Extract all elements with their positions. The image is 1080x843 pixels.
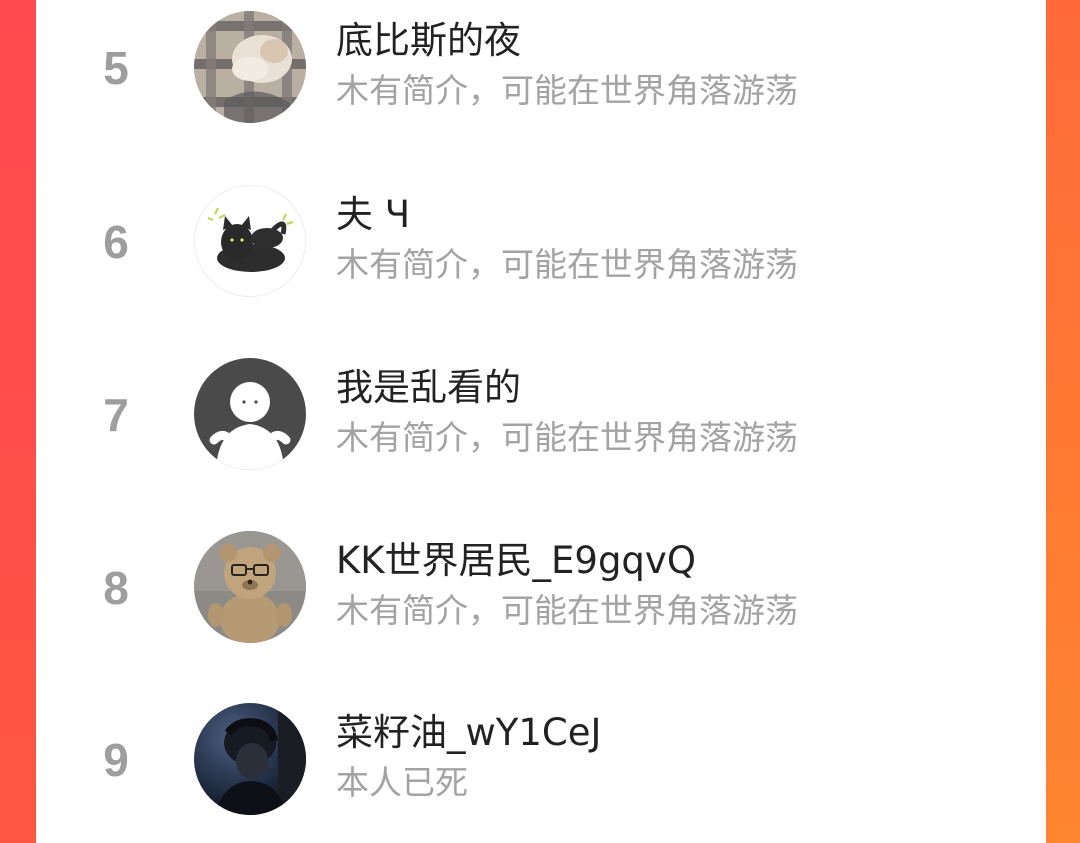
default-person-avatar-icon[interactable] bbox=[194, 358, 306, 470]
ranking-row[interactable]: 7 我是乱看的 木有简介，可能在世界角落游荡 bbox=[36, 347, 1046, 497]
rank-number: 6 bbox=[103, 216, 129, 268]
user-bio: 本人已死 bbox=[336, 763, 468, 802]
user-name[interactable]: 菜籽油_wY1CeJ bbox=[336, 710, 601, 756]
user-bio: 木有简介，可能在世界角落游荡 bbox=[336, 418, 798, 457]
user-bio: 木有简介，可能在世界角落游荡 bbox=[336, 71, 798, 110]
user-bio: 木有简介，可能在世界角落游荡 bbox=[336, 245, 798, 284]
left-accent-border bbox=[0, 0, 36, 843]
user-name[interactable]: KK世界居民_E9gqvQ bbox=[336, 538, 696, 584]
ranking-row[interactable]: 5 底比斯的夜 木有简介，可能在世界角落游荡 bbox=[36, 0, 1046, 150]
plaid-blanket-cat-avatar-icon[interactable] bbox=[194, 11, 306, 123]
teddy-bear-avatar-icon[interactable] bbox=[194, 531, 306, 643]
rank-number: 7 bbox=[103, 389, 129, 441]
user-name[interactable]: 底比斯的夜 bbox=[336, 18, 521, 64]
dark-portrait-avatar-icon[interactable] bbox=[194, 703, 306, 815]
user-name[interactable]: 我是乱看的 bbox=[336, 365, 521, 411]
ranking-row[interactable]: 9 菜籽油_wY1CeJ 本人已死 bbox=[36, 692, 1046, 842]
right-accent-border bbox=[1046, 0, 1080, 843]
ranking-row[interactable]: 8 KK世界居民_E9gqvQ 木有简介，可能在世界角落游荡 bbox=[36, 520, 1046, 670]
rank-number: 5 bbox=[103, 42, 129, 94]
rank-number: 9 bbox=[103, 734, 129, 786]
user-bio: 木有简介，可能在世界角落游荡 bbox=[336, 591, 798, 630]
black-cat-avatar-icon[interactable] bbox=[194, 185, 306, 297]
ranking-row[interactable]: 6 夫 Ч 木有简介，可能在世界角落游荡 bbox=[36, 174, 1046, 324]
rank-number: 8 bbox=[103, 562, 129, 614]
ranking-list: 5 底比斯的夜 木有简介，可能在世界角落游荡 6 夫 Ч 木有简介，可能在世界角… bbox=[36, 0, 1046, 843]
user-name[interactable]: 夫 Ч bbox=[336, 192, 410, 238]
